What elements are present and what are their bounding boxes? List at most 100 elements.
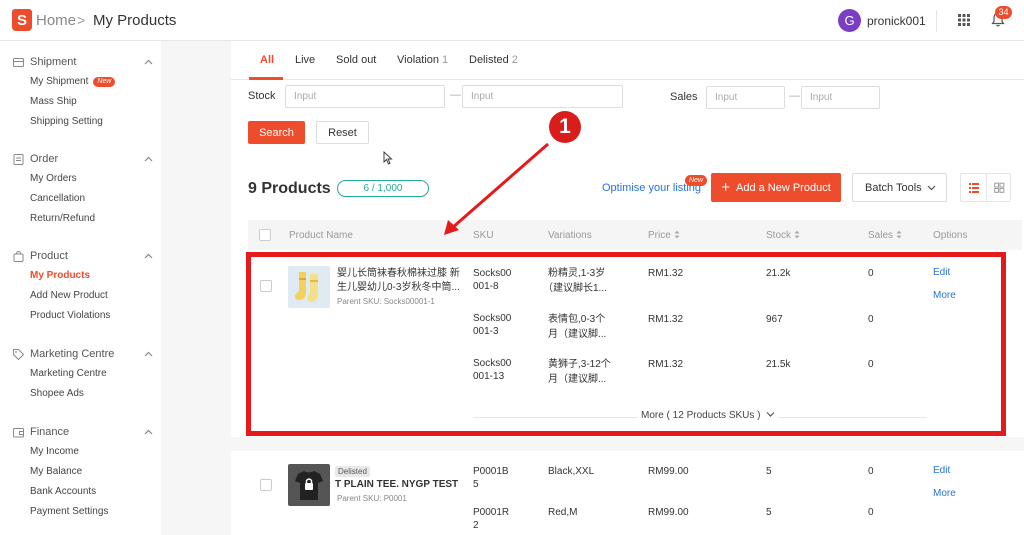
list-view-icon[interactable] [961,174,986,201]
tab-delisted[interactable]: Delisted 2 [469,54,518,66]
grid-view-icon[interactable] [986,174,1011,201]
tab-all[interactable]: All [260,54,274,66]
variant-stock: 5 [766,507,772,518]
sidebar-item-payment-settings[interactable]: Payment Settings [30,506,108,517]
row-checkbox[interactable] [260,479,272,491]
table-header: Product Name SKU Variations Price Stock … [248,220,1022,250]
annotation-highlight-box [246,252,1006,436]
chevron-up-icon[interactable] [144,252,153,261]
column-price[interactable]: Price [648,230,680,241]
sidebar-item-add-new-product[interactable]: Add New Product [30,290,108,301]
row-separator [231,437,1024,451]
new-badge: New [685,175,708,186]
chevron-up-icon[interactable] [144,58,153,67]
stock-min-input[interactable] [285,85,445,108]
tab-sold-out[interactable]: Sold out [336,54,376,66]
sidebar-section-header[interactable]: Marketing Centre [13,346,153,364]
sidebar-section-header[interactable]: Order [13,151,153,169]
sidebar-item-mass-ship[interactable]: Mass Ship [30,96,77,107]
search-button[interactable]: Search [248,121,305,144]
username[interactable]: pronick001 [867,14,926,28]
batch-tools-button[interactable]: Batch Tools [852,173,947,202]
bag-icon [13,251,24,262]
edit-link[interactable]: Edit [933,465,950,476]
range-dash: — [789,90,800,102]
chevron-up-icon[interactable] [144,155,153,164]
wallet-icon [13,428,24,438]
product-name[interactable]: T PLAIN TEE. NYGP TEST [335,479,458,490]
variant-price: RM99.00 [648,507,689,518]
sort-icon [674,230,680,239]
tab-label: All [260,54,275,66]
column-variations: Variations [548,230,592,241]
variant-sku: P0001R [473,507,510,518]
sidebar-section-title: Marketing Centre [30,348,115,360]
sidebar: Shipment My Shipment New Mass Ship Shippi… [0,41,161,535]
variant-sku: P0001B [473,466,509,477]
chevron-down-icon [927,185,936,191]
sort-icon [896,230,902,239]
column-stock[interactable]: Stock [766,230,800,241]
column-label: Sales [868,230,894,241]
avatar[interactable]: G [838,9,861,32]
mouse-cursor-icon [383,151,393,165]
product-thumbnail[interactable] [288,464,330,506]
column-label: Stock [766,230,792,241]
variant-sku: 5 [473,479,479,490]
chevron-up-icon[interactable] [144,428,153,437]
variant-name: Red,M [548,507,578,518]
sidebar-section-header[interactable]: Finance [13,424,153,442]
sales-filter-label: Sales [670,91,698,103]
sales-min-input[interactable] [706,86,785,109]
variant-sales: 0 [868,466,874,477]
sidebar-item-shipping-setting[interactable]: Shipping Setting [30,116,103,127]
page-title: My Products [93,12,177,29]
breadcrumb-separator: > [77,12,86,28]
tab-count: 2 [511,54,518,66]
tab-label: Violation [397,54,439,66]
variant-sales: 0 [868,507,874,518]
sidebar-item-my-orders[interactable]: My Orders [30,173,77,184]
sidebar-item-my-shipment[interactable]: My Shipment New [30,76,116,87]
tab-violation[interactable]: Violation 1 [397,54,448,66]
sidebar-item-product-violations[interactable]: Product Violations [30,310,110,321]
sidebar-item-label: My Shipment [30,76,89,87]
annotation-step-number: 1 [549,111,581,143]
breadcrumb-home[interactable]: Home [36,12,76,29]
sidebar-item-marketing-centre[interactable]: Marketing Centre [30,368,107,379]
clipboard-icon [13,154,24,165]
sidebar-section-title: Shipment [30,56,77,68]
sidebar-item-my-products[interactable]: My Products [30,270,90,281]
sidebar-item-my-balance[interactable]: My Balance [30,466,82,477]
variant-stock: 5 [766,466,772,477]
tag-icon [13,349,24,360]
sidebar-item-my-income[interactable]: My Income [30,446,79,457]
tab-live[interactable]: Live [295,54,315,66]
shopee-logo-icon[interactable]: S [12,9,32,31]
product-quota-badge: 6 / 1,000 [337,180,429,197]
column-sales[interactable]: Sales [868,230,902,241]
sidebar-item-shopee-ads[interactable]: Shopee Ads [30,388,84,399]
chevron-up-icon[interactable] [144,350,153,359]
sort-icon [794,230,800,239]
column-options: Options [933,230,968,241]
sidebar-item-return-refund[interactable]: Return/Refund [30,213,95,224]
sales-max-input[interactable] [801,86,880,109]
sidebar-item-cancellation[interactable]: Cancellation [30,193,85,204]
notification-badge: 34 [995,6,1012,19]
reset-button[interactable]: Reset [316,121,369,144]
stock-filter-label: Stock [248,90,276,102]
sidebar-section-header[interactable]: Product [13,248,153,266]
stock-max-input[interactable] [462,85,623,108]
sidebar-item-bank-accounts[interactable]: Bank Accounts [30,486,96,497]
more-options-link[interactable]: More [933,488,956,499]
variant-sku: 2 [473,520,479,531]
apps-grid-icon[interactable] [958,14,970,26]
truck-icon [13,58,24,67]
sidebar-section-header[interactable]: Shipment [13,54,153,72]
select-all-checkbox[interactable] [259,229,271,241]
add-new-product-button[interactable]: + Add a New Product [711,173,841,202]
column-sku: SKU [473,230,494,241]
delisted-tag: Delisted [335,466,370,477]
top-bar: S Home > My Products G pronick001 34 [0,0,1024,41]
